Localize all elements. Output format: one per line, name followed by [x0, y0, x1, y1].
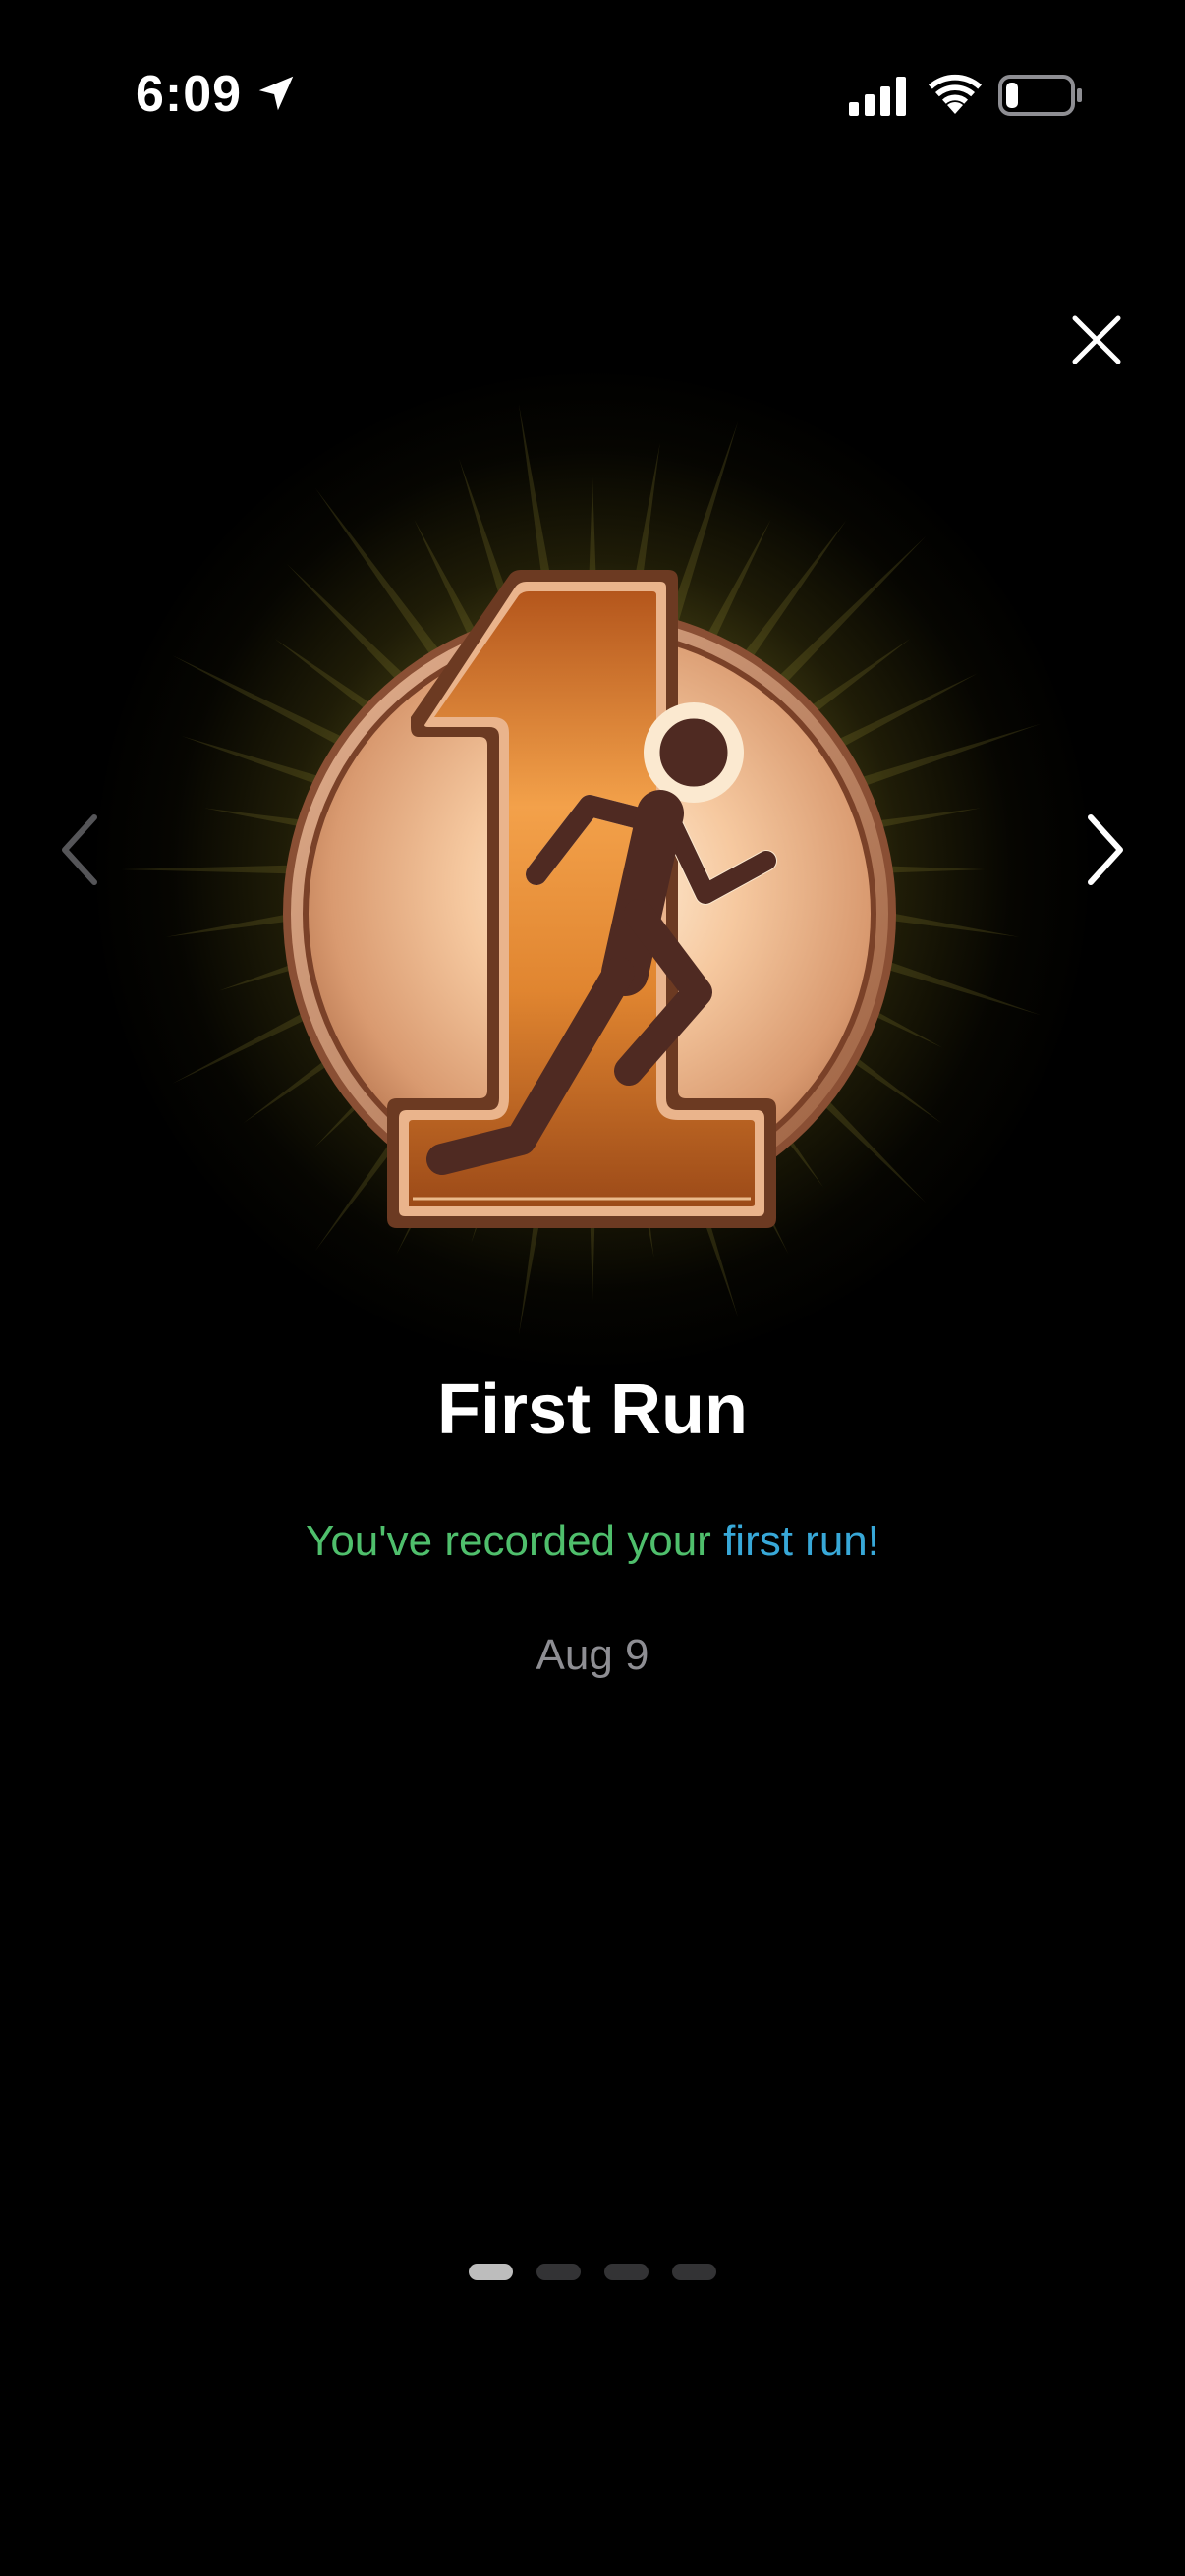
- page-dot[interactable]: [672, 2264, 716, 2280]
- wifi-icon: [929, 74, 982, 114]
- status-bar: 6:09: [0, 0, 1185, 187]
- page-dot[interactable]: [469, 2264, 513, 2280]
- next-achievement-button[interactable]: [1075, 806, 1134, 894]
- page-dot[interactable]: [536, 2264, 581, 2280]
- location-arrow-icon: [258, 76, 294, 111]
- cellular-signal-icon: [849, 77, 906, 116]
- page-indicator: [0, 2264, 1185, 2280]
- message-part-2: first run!: [723, 1517, 879, 1565]
- status-time: 6:09: [136, 66, 243, 123]
- achievement-message: You've recorded your first run!: [0, 1517, 1185, 1566]
- message-part-1: You've recorded your: [306, 1517, 724, 1565]
- close-button[interactable]: [1067, 310, 1126, 369]
- battery-icon: [998, 75, 1082, 116]
- first-run-badge-icon: [283, 570, 896, 1228]
- achievement-title: First Run: [437, 1371, 748, 1449]
- page-dot[interactable]: [604, 2264, 649, 2280]
- achievement-date: Aug 9: [536, 1631, 649, 1679]
- previous-achievement-button[interactable]: [51, 806, 110, 894]
